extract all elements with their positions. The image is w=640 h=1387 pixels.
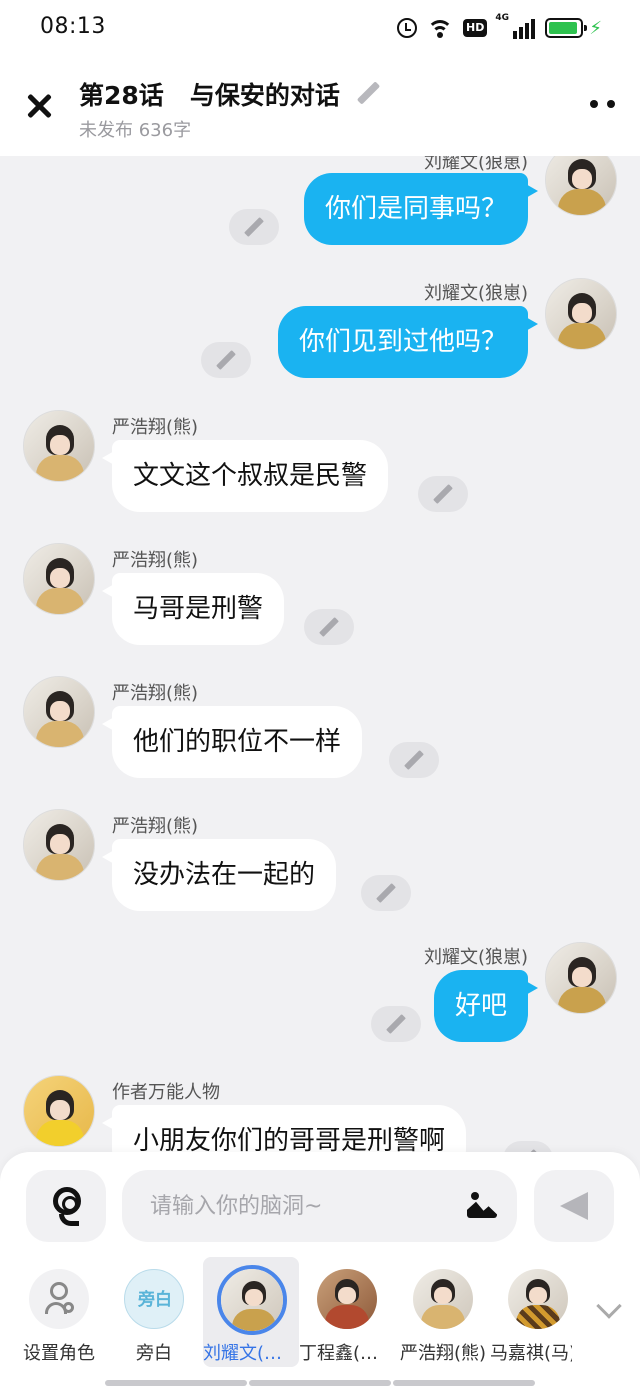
- battery-icon: [545, 18, 588, 38]
- more-options-icon[interactable]: [590, 100, 615, 108]
- speaker-name: 刘耀文(狼崽): [423, 156, 528, 173]
- edit-message-icon[interactable]: [371, 1006, 421, 1042]
- role-selector: 设置角色 旁白 旁白 刘耀文(狼崽) 丁程鑫(狐狸) 严浩翔(熊) 马嘉祺(马): [0, 1257, 640, 1387]
- message-bubble[interactable]: 你们见到过他吗？: [277, 306, 539, 378]
- hd-icon: HD: [463, 19, 488, 37]
- send-button[interactable]: [534, 1170, 614, 1242]
- speaker-name: 刘耀文(狼崽): [423, 283, 528, 304]
- speaker-avatar[interactable]: [545, 278, 617, 350]
- role-label: 丁程鑫(狐狸): [299, 1343, 395, 1364]
- message-input[interactable]: [150, 1170, 450, 1242]
- narrator-avatar: 旁白: [124, 1269, 184, 1329]
- role-yan-haoxiang[interactable]: 严浩翔(熊): [395, 1257, 491, 1367]
- speaker-name: 刘耀文(狼崽): [423, 947, 528, 968]
- role-ding-chengxin[interactable]: 丁程鑫(狐狸): [299, 1257, 395, 1367]
- role-set-character[interactable]: 设置角色: [11, 1257, 107, 1367]
- speaker-avatar[interactable]: [23, 1075, 95, 1147]
- role-narrator[interactable]: 旁白 旁白: [106, 1257, 202, 1367]
- home-indicator: [105, 1380, 535, 1386]
- message-bubble[interactable]: 马哥是刑警: [101, 573, 285, 645]
- edit-message-icon[interactable]: [201, 342, 251, 378]
- signal-icon: 4G: [495, 13, 536, 39]
- chevron-down-icon[interactable]: [596, 1293, 622, 1319]
- role-label: 设置角色: [23, 1343, 95, 1364]
- speaker-avatar[interactable]: [23, 809, 95, 881]
- role-label: 马嘉祺(马): [490, 1343, 572, 1364]
- role-avatar: [413, 1269, 473, 1329]
- role-label: 严浩翔(熊): [399, 1343, 487, 1364]
- close-icon[interactable]: [22, 90, 56, 124]
- edit-message-icon[interactable]: [418, 476, 468, 512]
- role-avatar: [317, 1269, 377, 1329]
- wifi-icon: [427, 18, 454, 38]
- voice-icon: [53, 1187, 81, 1215]
- message-bubble[interactable]: 小朋友你们的哥哥是刑警啊: [101, 1105, 467, 1156]
- status-icons: HD 4G ⚡: [397, 13, 602, 42]
- person-settings-icon: [29, 1269, 89, 1329]
- composer-panel: 设置角色 旁白 旁白 刘耀文(狼崽) 丁程鑫(狐狸) 严浩翔(熊): [0, 1152, 640, 1387]
- title-row: 第28话 与保安的对话: [79, 76, 380, 112]
- message-bubble[interactable]: 文文这个叔叔是民警: [101, 440, 389, 512]
- narrator-avatar-text: 旁白: [138, 1290, 172, 1310]
- message-bubble[interactable]: 没办法在一起的: [101, 839, 337, 911]
- episode-title[interactable]: 第28话 与保安的对话: [79, 76, 340, 112]
- speaker-name: 作者万能人物: [112, 1082, 220, 1103]
- speaker-avatar[interactable]: [545, 156, 617, 216]
- status-bar: 08:13 HD 4G ⚡: [0, 0, 640, 56]
- edit-message-icon[interactable]: [361, 875, 411, 911]
- voice-input-button[interactable]: [26, 1170, 106, 1242]
- message-bubble[interactable]: 好吧: [433, 970, 539, 1042]
- status-time: 08:13: [40, 14, 106, 39]
- episode-status: 未发布 636字: [79, 120, 192, 141]
- network-type: 4G: [495, 13, 510, 23]
- speaker-name: 严浩翔(熊): [112, 683, 199, 704]
- charging-icon: ⚡: [589, 17, 602, 39]
- speaker-avatar[interactable]: [23, 543, 95, 615]
- speaker-name: 严浩翔(熊): [112, 550, 199, 571]
- edit-message-icon[interactable]: [229, 209, 279, 245]
- message-input-box[interactable]: [122, 1170, 517, 1242]
- speaker-name: 严浩翔(熊): [112, 417, 199, 438]
- speaker-avatar[interactable]: [23, 676, 95, 748]
- edit-message-icon[interactable]: [304, 609, 354, 645]
- message-bubble[interactable]: 你们是同事吗？: [303, 173, 539, 245]
- alarm-icon: [397, 18, 418, 38]
- role-avatar: [217, 1265, 287, 1335]
- edit-message-icon[interactable]: [389, 742, 439, 778]
- image-icon[interactable]: [467, 1192, 497, 1218]
- role-liu-yaowen[interactable]: 刘耀文(狼崽): [203, 1257, 299, 1367]
- episode-header: 第28话 与保安的对话 未发布 636字: [0, 56, 640, 156]
- chat-area[interactable]: 刘耀文(狼崽) 你们是同事吗？ 刘耀文(狼崽) 你们见到过他吗？ 严浩翔(熊) …: [0, 156, 640, 1156]
- role-ma-jiaqi[interactable]: 马嘉祺(马): [490, 1257, 572, 1367]
- speaker-name: 严浩翔(熊): [112, 816, 199, 837]
- role-label: 刘耀文(狼崽): [203, 1343, 299, 1364]
- role-avatar: [508, 1269, 568, 1329]
- edit-title-icon[interactable]: [356, 82, 380, 106]
- message-bubble[interactable]: 他们的职位不一样: [101, 706, 363, 778]
- speaker-avatar[interactable]: [23, 410, 95, 482]
- role-label: 旁白: [136, 1343, 172, 1364]
- speaker-avatar[interactable]: [545, 942, 617, 1014]
